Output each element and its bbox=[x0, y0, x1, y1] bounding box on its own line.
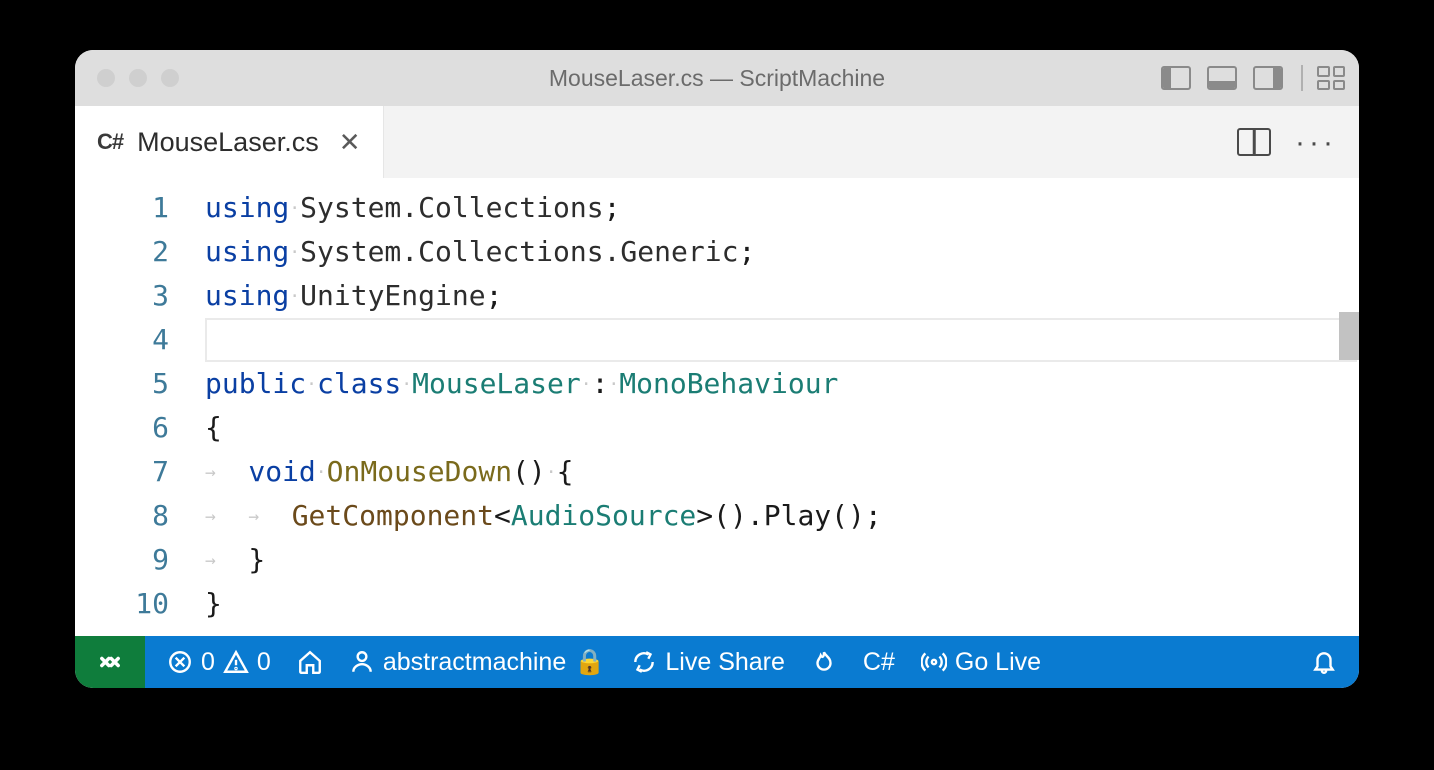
csharp-file-icon: C# bbox=[97, 129, 123, 155]
code-line: public·class·MouseLaser·:·MonoBehaviour bbox=[205, 362, 1359, 406]
code-area[interactable]: using·System.Collections; using·System.C… bbox=[205, 178, 1359, 636]
toggle-primary-sidebar-icon[interactable] bbox=[1161, 66, 1191, 90]
bell-icon bbox=[1311, 649, 1337, 675]
overview-ruler[interactable] bbox=[1339, 178, 1359, 636]
remote-button[interactable] bbox=[75, 636, 145, 688]
more-actions-icon[interactable]: ··· bbox=[1295, 135, 1337, 150]
layout-controls bbox=[1157, 65, 1345, 91]
code-line: using·System.Collections; bbox=[205, 186, 1359, 230]
line-number-gutter: 1 2 3 4 5 6 7 8 9 10 bbox=[75, 178, 205, 636]
flame-button[interactable] bbox=[811, 649, 837, 675]
editor-tab-active[interactable]: C# MouseLaser.cs ✕ bbox=[75, 106, 384, 178]
code-line: { bbox=[205, 406, 1359, 450]
flame-icon bbox=[811, 649, 837, 675]
code-editor[interactable]: 1 2 3 4 5 6 7 8 9 10 using·System.Collec… bbox=[75, 178, 1359, 636]
line-number: 1 bbox=[75, 186, 169, 230]
home-icon bbox=[297, 649, 323, 675]
code-line bbox=[205, 318, 1359, 362]
account-name: abstractmachine bbox=[383, 648, 566, 677]
titlebar: MouseLaser.cs — ScriptMachine bbox=[75, 50, 1359, 106]
line-number: 10 bbox=[75, 582, 169, 626]
error-icon bbox=[167, 649, 193, 675]
editor-actions: ··· bbox=[1237, 106, 1359, 178]
close-tab-icon[interactable]: ✕ bbox=[339, 127, 361, 158]
line-number: 6 bbox=[75, 406, 169, 450]
remote-icon bbox=[96, 648, 124, 676]
liveshare-button[interactable]: Live Share bbox=[631, 648, 785, 677]
tab-bar: C# MouseLaser.cs ✕ ··· bbox=[75, 106, 1359, 178]
vscode-window: MouseLaser.cs — ScriptMachine C# MouseLa… bbox=[75, 50, 1359, 688]
line-number: 4 bbox=[75, 318, 169, 362]
line-number: 8 bbox=[75, 494, 169, 538]
share-icon bbox=[631, 649, 657, 675]
problems-button[interactable]: 0 0 bbox=[167, 648, 271, 677]
tab-filename: MouseLaser.cs bbox=[137, 127, 319, 158]
line-number: 7 bbox=[75, 450, 169, 494]
language-label: C# bbox=[863, 648, 895, 677]
line-number: 5 bbox=[75, 362, 169, 406]
status-bar-main: 0 0 abstractmachine 🔒 Live Share C# bbox=[145, 636, 1359, 688]
home-button[interactable] bbox=[297, 649, 323, 675]
maximize-window-button[interactable] bbox=[161, 69, 179, 87]
line-number: 3 bbox=[75, 274, 169, 318]
person-icon bbox=[349, 649, 375, 675]
error-count: 0 bbox=[201, 648, 215, 677]
code-line: → void·OnMouseDown()·{ bbox=[205, 450, 1359, 494]
warning-count: 0 bbox=[257, 648, 271, 677]
toggle-secondary-sidebar-icon[interactable] bbox=[1253, 66, 1283, 90]
code-line: → } bbox=[205, 538, 1359, 582]
golive-button[interactable]: Go Live bbox=[921, 648, 1041, 677]
lock-icon: 🔒 bbox=[574, 648, 605, 677]
close-window-button[interactable] bbox=[97, 69, 115, 87]
window-controls bbox=[97, 69, 179, 87]
code-line: using·System.Collections.Generic; bbox=[205, 230, 1359, 274]
golive-label: Go Live bbox=[955, 648, 1041, 677]
status-bar: 0 0 abstractmachine 🔒 Live Share C# bbox=[75, 636, 1359, 688]
minimize-window-button[interactable] bbox=[129, 69, 147, 87]
line-number: 9 bbox=[75, 538, 169, 582]
separator bbox=[1301, 65, 1303, 91]
warning-icon bbox=[223, 649, 249, 675]
broadcast-icon bbox=[921, 649, 947, 675]
account-button[interactable]: abstractmachine 🔒 bbox=[349, 648, 606, 677]
customize-layout-icon[interactable] bbox=[1317, 66, 1345, 90]
language-mode-button[interactable]: C# bbox=[863, 648, 895, 677]
notifications-button[interactable] bbox=[1311, 649, 1337, 675]
split-editor-icon[interactable] bbox=[1237, 128, 1271, 156]
code-line: } bbox=[205, 582, 1359, 626]
liveshare-label: Live Share bbox=[665, 648, 785, 677]
scroll-thumb[interactable] bbox=[1339, 312, 1359, 360]
toggle-panel-icon[interactable] bbox=[1207, 66, 1237, 90]
line-number: 2 bbox=[75, 230, 169, 274]
code-line: → → GetComponent<AudioSource>().Play(); bbox=[205, 494, 1359, 538]
code-line: using·UnityEngine; bbox=[205, 274, 1359, 318]
